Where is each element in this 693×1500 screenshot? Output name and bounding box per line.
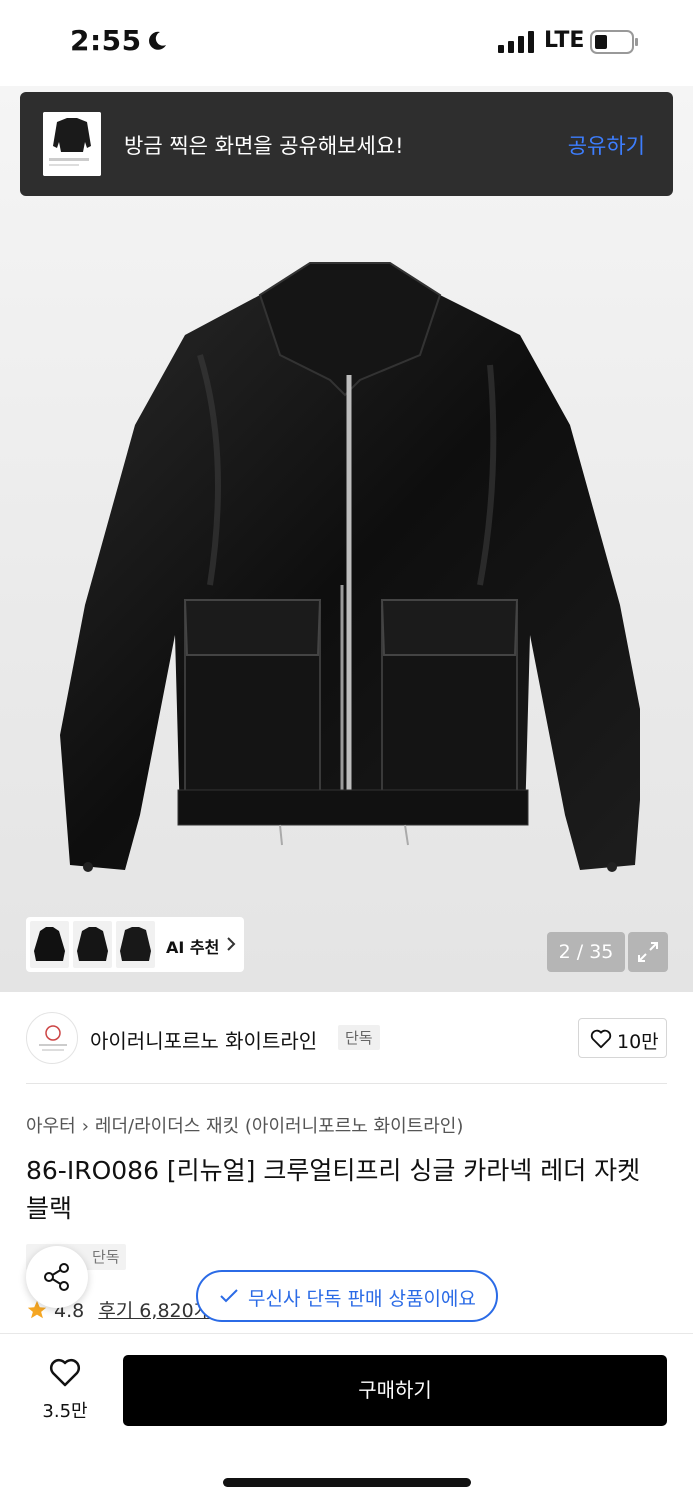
battery-icon: [590, 30, 638, 54]
status-bar: 2:55 LTE: [0, 0, 693, 86]
thumbnail-2[interactable]: [73, 921, 112, 968]
chevron-right-icon: [227, 937, 236, 951]
brand-like-count: 10만: [617, 1031, 659, 1053]
expand-button[interactable]: [628, 932, 668, 972]
share-banner: 방금 찍은 화면을 공유해보세요! 공유하기: [20, 92, 673, 196]
network-label: LTE: [544, 28, 585, 53]
buy-button[interactable]: 구매하기: [123, 1355, 667, 1426]
moon-icon: [149, 31, 166, 50]
brand-exclusive-badge: 단독: [338, 1025, 380, 1050]
share-banner-text: 방금 찍은 화면을 공유해보세요!: [124, 134, 404, 158]
breadcrumb-subcategory[interactable]: 레더/라이더스 재킷 (아이러니포르노 화이트라인): [95, 1116, 463, 1137]
exclusive-tag-label: 단독: [92, 1248, 120, 1266]
image-counter: 2 / 35: [547, 932, 625, 972]
status-time: 2:55: [70, 24, 142, 57]
ai-recommend-strip[interactable]: AI 추천: [26, 917, 244, 972]
divider: [26, 1083, 667, 1084]
review-count-link[interactable]: 후기 6,820개: [98, 1300, 211, 1322]
exclusive-notice-pill[interactable]: 무신사 단독 판매 상품이에요: [196, 1270, 498, 1322]
share-button[interactable]: [26, 1246, 88, 1308]
wishlist-count: 3.5만: [42, 1401, 88, 1422]
share-icon: [44, 1263, 69, 1291]
wishlist-button[interactable]: 3.5만: [30, 1358, 100, 1428]
share-now-button[interactable]: 공유하기: [568, 130, 645, 160]
heart-icon: [49, 1358, 81, 1387]
exclusive-notice-text: 무신사 단독 판매 상품이에요: [248, 1288, 476, 1310]
chevron-right-icon: ›: [81, 1116, 89, 1137]
bottom-action-bar: 3.5만 구매하기: [0, 1333, 693, 1500]
brand-like-button[interactable]: 10만: [578, 1018, 667, 1058]
heart-icon: [590, 1029, 612, 1049]
ai-recommend-label[interactable]: AI 추천: [166, 934, 219, 958]
breadcrumb: 아우터 › 레더/라이더스 재킷 (아이러니포르노 화이트라인): [26, 1112, 463, 1138]
brand-logo[interactable]: [26, 1012, 78, 1064]
signal-icon: [498, 31, 534, 53]
product-title: 86-IRO086 [리뉴얼] 크루얼티프리 싱글 카라넥 레더 자켓 블랙: [26, 1156, 641, 1223]
screenshot-thumbnail: [43, 112, 101, 176]
home-indicator[interactable]: [223, 1478, 471, 1487]
brand-row[interactable]: 아이러니포르노 화이트라인 단독 10만: [0, 992, 693, 1084]
thumbnail-3[interactable]: [116, 921, 155, 968]
check-icon: [220, 1289, 238, 1303]
brand-name[interactable]: 아이러니포르노 화이트라인: [90, 1025, 317, 1054]
jacket-product-image[interactable]: [60, 255, 640, 895]
breadcrumb-category[interactable]: 아우터: [26, 1116, 76, 1137]
thumbnail-1[interactable]: [30, 921, 69, 968]
expand-icon: [638, 942, 658, 962]
